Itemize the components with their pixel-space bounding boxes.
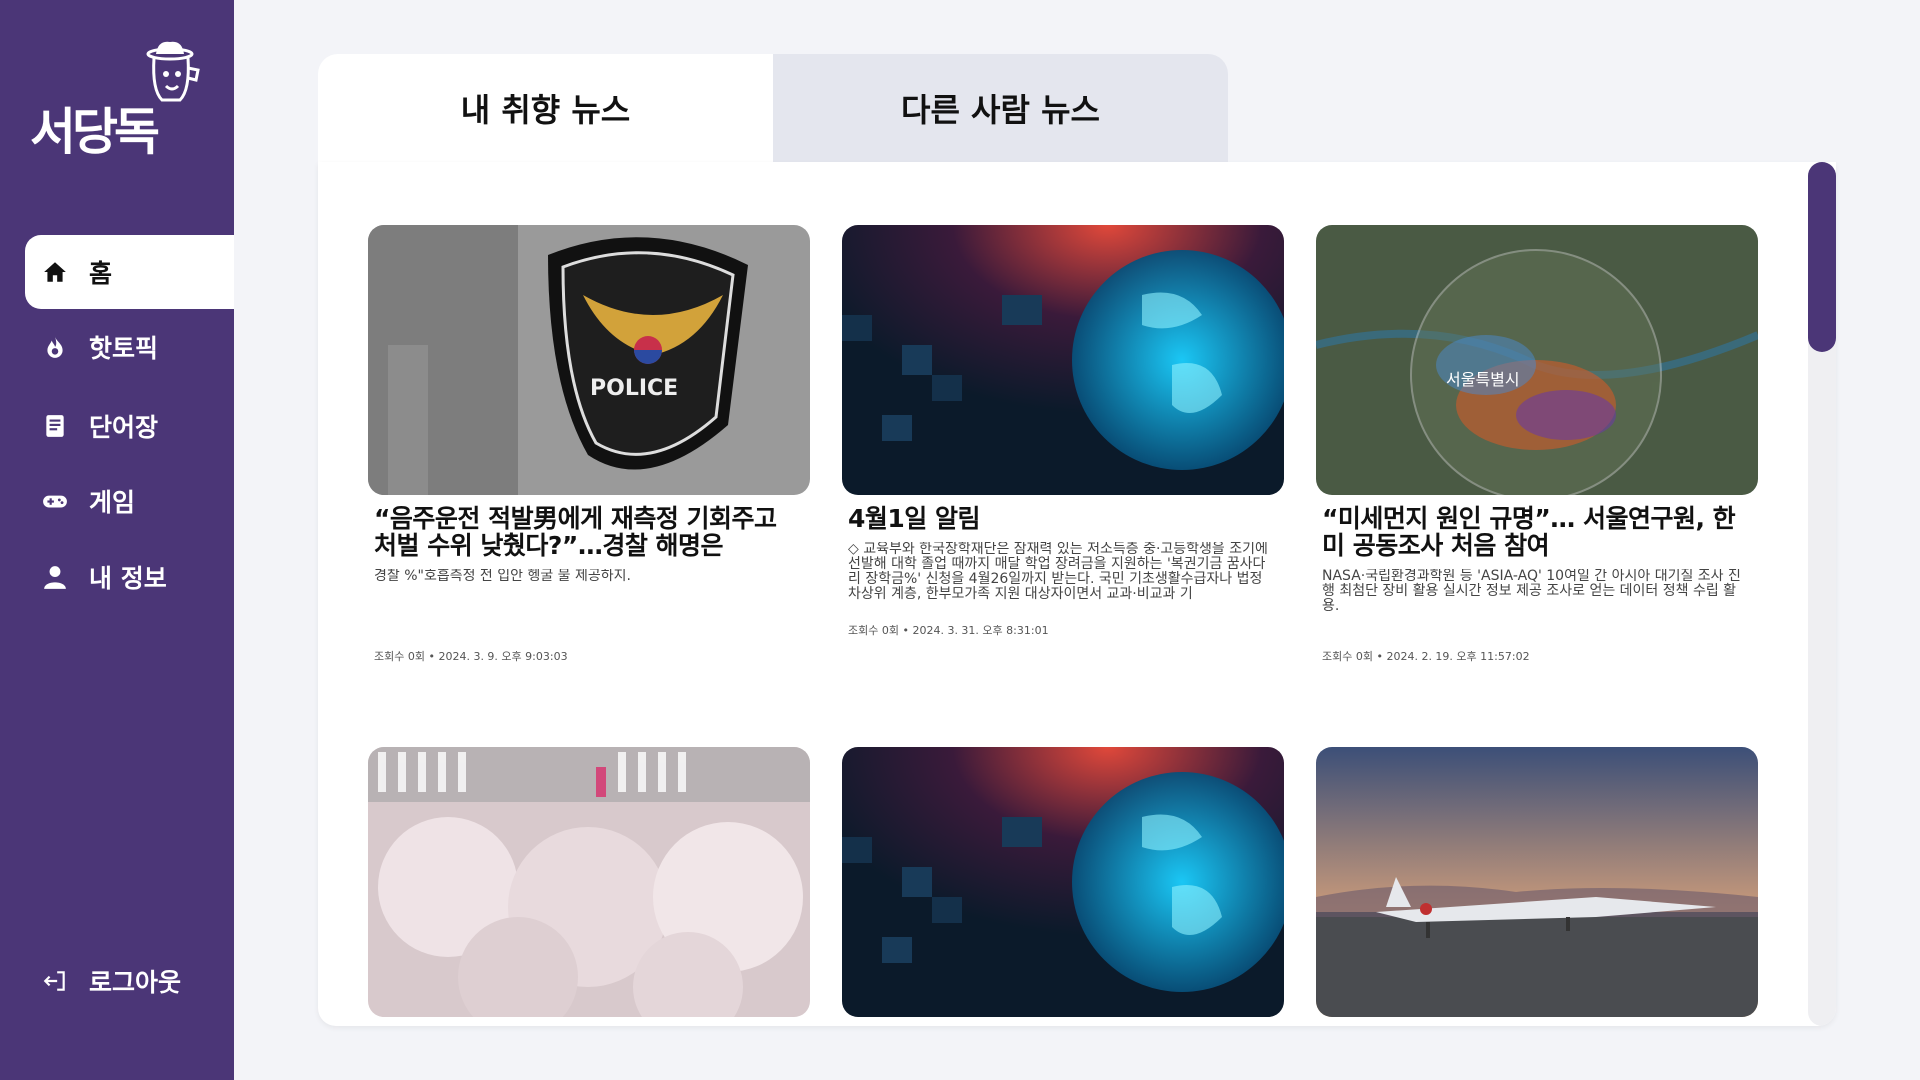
sidebar-item-game[interactable]: 게임 xyxy=(25,464,234,538)
article-summary: NASA·국립환경과학원 등 'ASIA-AQ' 10여일 간 아시아 대기질 … xyxy=(1322,569,1741,614)
sidebar-item-label: 내 정보 xyxy=(89,564,167,593)
svg-text:POLICE: POLICE xyxy=(590,376,678,401)
gamepad-icon xyxy=(41,487,69,515)
sidebar-item-label: 단어장 xyxy=(89,413,159,442)
article-thumbnail[interactable] xyxy=(842,747,1284,1017)
sidebar-item-label: 게임 xyxy=(89,488,136,517)
notebook-icon xyxy=(41,412,69,440)
news-card[interactable] xyxy=(368,747,810,1026)
news-card[interactable]: 서울특별시 “미세먼지 원인 규명”… 서울연구원, 한미 공동조사 처음 참여… xyxy=(1316,225,1758,663)
news-card[interactable] xyxy=(1316,747,1758,1026)
article-meta: 조회수 0회 • 2024. 3. 31. 오후 8:31:01 xyxy=(848,624,1049,637)
sidebar-item-home[interactable]: 홈 xyxy=(25,235,234,309)
article-title[interactable]: “음주운전 적발男에게 재측정 기회주고 처벌 수위 낮췄다?”…경찰 해명은 xyxy=(374,505,804,559)
globe-image xyxy=(842,747,1284,1017)
logout-label: 로그아웃 xyxy=(89,968,182,997)
article-thumbnail[interactable] xyxy=(368,747,810,1017)
cherry-blossom-image xyxy=(368,747,810,1017)
article-title[interactable]: “미세먼지 원인 규명”… 서울연구원, 한미 공동조사 처음 참여 xyxy=(1322,505,1752,559)
tab-others-news[interactable]: 다른 사람 뉴스 xyxy=(773,54,1228,162)
home-icon xyxy=(41,258,69,286)
map-label: 서울특별시 xyxy=(1446,370,1520,389)
dog-mascot-icon xyxy=(146,41,200,102)
news-card[interactable]: POLICE “음주운전 적발男에게 재측정 기회주고 처벌 수위 낮췄다?”…… xyxy=(368,225,810,663)
sidebar-item-hottopic[interactable]: 핫토픽 xyxy=(25,310,234,384)
scrollbar-thumb[interactable] xyxy=(1808,162,1836,352)
logout-icon xyxy=(41,967,69,995)
logout-button[interactable]: 로그아웃 xyxy=(25,944,234,1018)
seoul-map-image: 서울특별시 xyxy=(1316,225,1758,495)
sidebar-item-label: 핫토픽 xyxy=(89,334,159,363)
article-thumbnail[interactable] xyxy=(842,225,1284,495)
user-icon xyxy=(41,563,69,591)
globe-image xyxy=(842,225,1284,495)
fire-icon xyxy=(41,333,69,361)
app-logo[interactable]: 서당독 xyxy=(26,40,206,161)
article-meta: 조회수 0회 • 2024. 3. 9. 오후 9:03:03 xyxy=(374,650,568,663)
article-thumbnail[interactable]: 서울특별시 xyxy=(1316,225,1758,495)
article-thumbnail[interactable] xyxy=(1316,747,1758,1017)
news-panel: POLICE “음주운전 적발男에게 재측정 기회주고 처벌 수위 낮췄다?”…… xyxy=(318,162,1836,1026)
news-card[interactable] xyxy=(842,747,1284,1026)
police-badge-image: POLICE xyxy=(368,225,810,495)
sidebar-item-wordbook[interactable]: 단어장 xyxy=(25,389,234,463)
jet-aircraft-image xyxy=(1316,747,1758,1017)
tab-my-news[interactable]: 내 취향 뉴스 xyxy=(318,54,773,162)
sidebar-item-profile[interactable]: 내 정보 xyxy=(25,540,234,614)
article-summary: 경찰 %"호흡측정 전 입안 헹굴 물 제공하지. xyxy=(374,569,631,584)
sidebar-item-label: 홈 xyxy=(89,259,113,288)
news-card[interactable]: 4월1일 알림 ◇ 교육부와 한국장학재단은 잠재력 있는 저소득층 중·고등학… xyxy=(842,225,1284,637)
article-summary: ◇ 교육부와 한국장학재단은 잠재력 있는 저소득층 중·고등학생을 조기에 선… xyxy=(848,542,1268,602)
article-meta: 조회수 0회 • 2024. 2. 19. 오후 11:57:02 xyxy=(1322,650,1530,663)
logo-text: 서당독 xyxy=(30,102,160,161)
sidebar: 서당독 홈 핫토픽 단어장 게임 내 정보 로그아웃 xyxy=(0,0,234,1080)
article-thumbnail[interactable]: POLICE xyxy=(368,225,810,495)
article-title[interactable]: 4월1일 알림 xyxy=(848,505,1278,532)
